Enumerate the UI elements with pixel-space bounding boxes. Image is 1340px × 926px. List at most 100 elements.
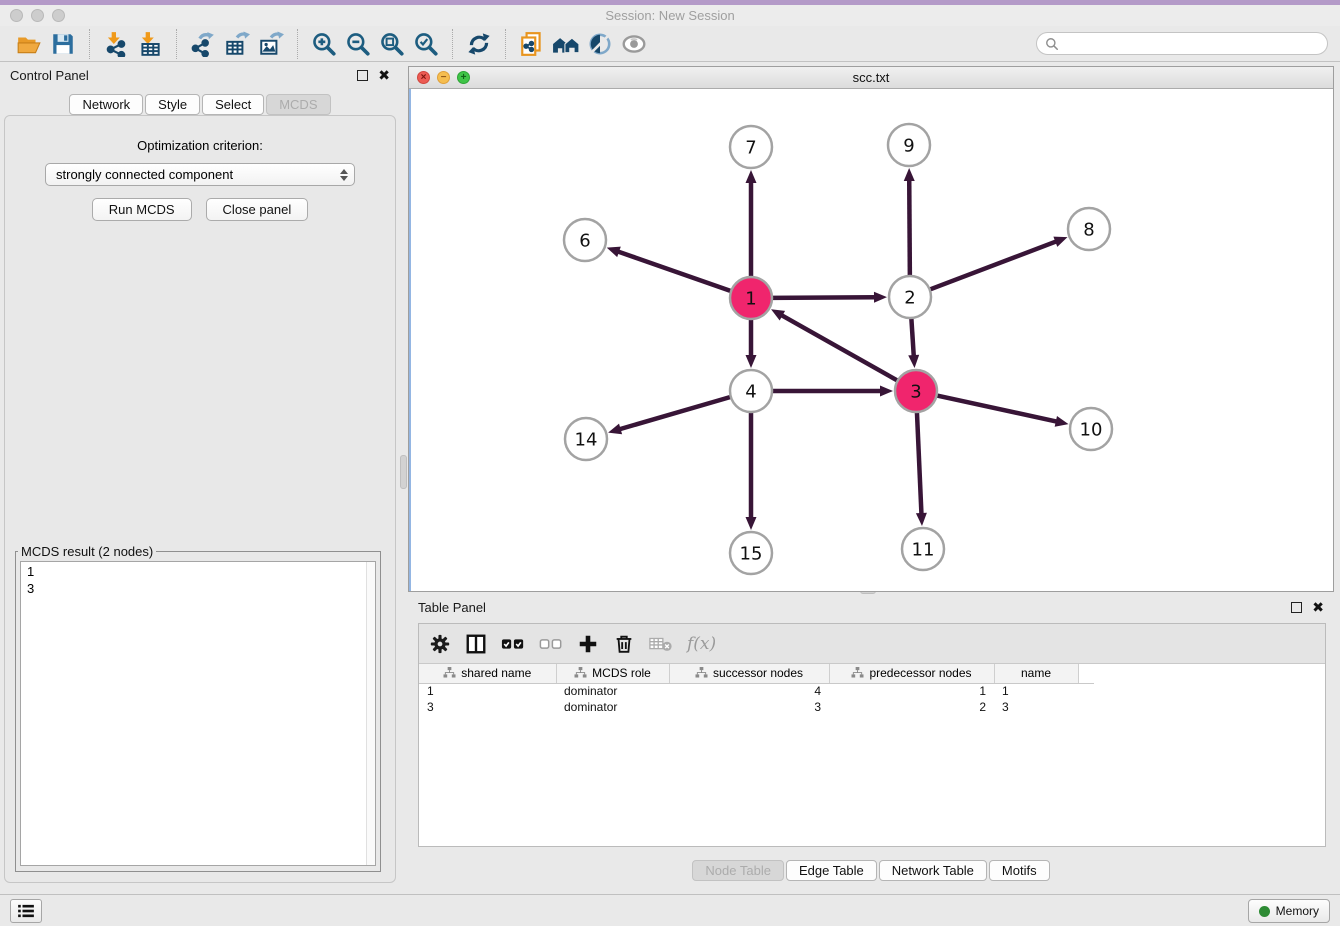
zoom-fit-button[interactable] xyxy=(377,29,407,59)
graph-node-9[interactable]: 9 xyxy=(888,124,930,166)
delete-column-button[interactable] xyxy=(613,633,635,655)
tree-icon xyxy=(695,667,708,679)
tab-network-table[interactable]: Network Table xyxy=(879,860,987,881)
graph-arrowhead xyxy=(1053,237,1067,247)
graph-node-2[interactable]: 2 xyxy=(889,276,931,318)
table-settings-button[interactable] xyxy=(429,633,451,655)
export-table-button[interactable] xyxy=(222,29,252,59)
tab-mcds[interactable]: MCDS xyxy=(266,94,330,115)
graph-node-8[interactable]: 8 xyxy=(1068,208,1110,250)
graph-node-4[interactable]: 4 xyxy=(730,370,772,412)
delete-table-icon xyxy=(649,634,673,654)
zoom-selected-button[interactable] xyxy=(411,29,441,59)
save-session-button[interactable] xyxy=(48,29,78,59)
graph-arrowhead xyxy=(746,355,757,368)
col-header-name[interactable]: name xyxy=(994,664,1078,683)
search-box[interactable] xyxy=(1036,32,1328,55)
graph-edge-3-10[interactable] xyxy=(937,395,1058,421)
function-builder-button[interactable]: f(x) xyxy=(687,634,716,654)
col-header-successor-nodes[interactable]: successor nodes xyxy=(669,664,829,683)
toggle-graphics-details-button[interactable] xyxy=(585,29,615,59)
graph-node-15[interactable]: 15 xyxy=(730,532,772,574)
zoom-out-icon xyxy=(345,31,371,57)
select-all-button[interactable] xyxy=(501,634,525,654)
export-network-button[interactable] xyxy=(188,29,218,59)
columns-icon xyxy=(465,633,487,655)
col-header-predecessor-nodes[interactable]: predecessor nodes xyxy=(829,664,994,683)
graph-edge-4-14[interactable] xyxy=(619,397,731,430)
tab-style[interactable]: Style xyxy=(145,94,200,115)
network-minimize-button[interactable]: − xyxy=(437,71,450,84)
svg-text:10: 10 xyxy=(1080,419,1103,440)
duplicate-network-button[interactable] xyxy=(517,29,547,59)
memory-button[interactable]: Memory xyxy=(1248,899,1330,923)
tab-node-table[interactable]: Node Table xyxy=(692,860,784,881)
graph-edge-3-11[interactable] xyxy=(917,412,922,515)
network-canvas[interactable]: 7 9 6 8 1 2 4 3 14 10 15 11 xyxy=(409,89,1333,591)
tab-motifs[interactable]: Motifs xyxy=(989,860,1050,881)
column-layout-button[interactable] xyxy=(465,633,487,655)
result-scrollbar[interactable] xyxy=(366,562,375,865)
col-header-shared-name[interactable]: shared name xyxy=(419,664,556,683)
svg-text:14: 14 xyxy=(575,429,598,450)
zoom-in-button[interactable] xyxy=(309,29,339,59)
graph-node-3[interactable]: 3 xyxy=(895,370,937,412)
close-table-panel-icon[interactable]: ✖ xyxy=(1312,600,1324,614)
close-panel-button[interactable]: Close panel xyxy=(206,198,309,221)
gear-icon xyxy=(429,633,451,655)
graph-node-7[interactable]: 7 xyxy=(730,126,772,168)
graph-node-11[interactable]: 11 xyxy=(902,528,944,570)
home-button[interactable] xyxy=(551,29,581,59)
svg-text:2: 2 xyxy=(904,287,915,308)
import-network-button[interactable] xyxy=(101,29,131,59)
table-row[interactable]: 1 dominator 4 1 1 xyxy=(419,683,1094,699)
zoom-fit-icon xyxy=(379,31,405,57)
graph-node-1[interactable]: 1 xyxy=(730,277,772,319)
network-close-button[interactable]: × xyxy=(417,71,430,84)
graph-edge-2-9[interactable] xyxy=(909,179,910,276)
panel-splitter-handle[interactable] xyxy=(400,455,407,489)
eye-button[interactable] xyxy=(619,29,649,59)
node-table: shared name MCDS role successor nodes pr… xyxy=(419,664,1094,715)
mcds-result-list[interactable]: 13 xyxy=(20,561,376,866)
plus-icon xyxy=(577,633,599,655)
tab-select[interactable]: Select xyxy=(202,94,264,115)
optimization-criterion-select[interactable]: strongly connected component xyxy=(45,163,355,186)
zoom-out-button[interactable] xyxy=(343,29,373,59)
import-table-icon xyxy=(137,31,163,57)
duplicate-network-icon xyxy=(519,31,545,57)
delete-table-button[interactable] xyxy=(649,634,673,654)
tab-network[interactable]: Network xyxy=(69,94,143,115)
run-mcds-button[interactable]: Run MCDS xyxy=(92,198,192,221)
add-column-button[interactable] xyxy=(577,633,599,655)
svg-text:4: 4 xyxy=(745,381,756,402)
open-session-button[interactable] xyxy=(14,29,44,59)
graph-edge-2-3[interactable] xyxy=(911,318,913,357)
graph-node-14[interactable]: 14 xyxy=(565,418,607,460)
float-panel-icon[interactable] xyxy=(357,70,368,81)
float-table-panel-icon[interactable] xyxy=(1291,602,1302,613)
network-window-titlebar[interactable]: scc.txt × − + xyxy=(409,67,1333,89)
tab-edge-table[interactable]: Edge Table xyxy=(786,860,877,881)
col-header-mcds-role[interactable]: MCDS role xyxy=(556,664,669,683)
graph-node-10[interactable]: 10 xyxy=(1070,408,1112,450)
graph-edge-1-6[interactable] xyxy=(617,251,731,291)
import-table-button[interactable] xyxy=(135,29,165,59)
export-network-icon xyxy=(190,31,216,57)
graph-edge-2-8[interactable] xyxy=(930,241,1058,289)
search-icon xyxy=(1045,37,1059,51)
network-graph[interactable]: 7 9 6 8 1 2 4 3 14 10 15 11 xyxy=(409,89,1333,591)
deselect-all-button[interactable] xyxy=(539,634,563,654)
close-panel-icon[interactable]: ✖ xyxy=(378,68,390,82)
table-row[interactable]: 3 dominator 3 2 3 xyxy=(419,699,1094,715)
export-image-button[interactable] xyxy=(256,29,286,59)
task-history-button[interactable] xyxy=(10,899,42,923)
control-panel: Control Panel ✖ Network Style Select MCD… xyxy=(0,63,400,889)
graph-edge-3-1[interactable] xyxy=(781,315,898,381)
refresh-view-button[interactable] xyxy=(464,29,494,59)
network-maximize-button[interactable]: + xyxy=(457,71,470,84)
search-input[interactable] xyxy=(1064,36,1319,51)
graph-edge-1-2[interactable] xyxy=(772,297,876,298)
graph-node-6[interactable]: 6 xyxy=(564,219,606,261)
svg-text:15: 15 xyxy=(740,543,763,564)
